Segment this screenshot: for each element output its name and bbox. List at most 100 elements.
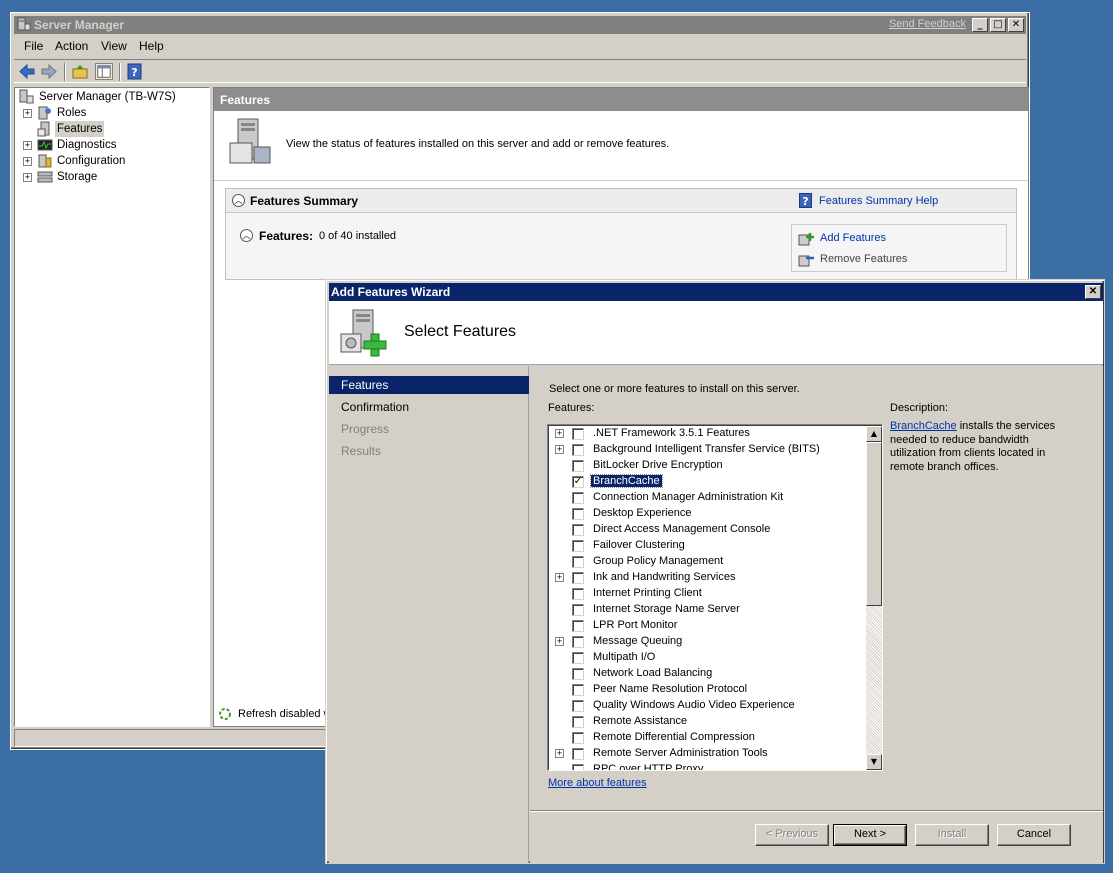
feature-checkbox[interactable] [572, 572, 584, 584]
toolbar-separator [64, 63, 66, 81]
expand-toggle[interactable]: + [23, 157, 32, 166]
add-features-link[interactable]: Add Features [820, 232, 886, 244]
server-manager-titlebar[interactable]: Server Manager Send Feedback _ □ ✕ [14, 16, 1026, 34]
scroll-thumb[interactable] [866, 442, 882, 606]
wizard-close-button[interactable]: ✕ [1085, 285, 1101, 299]
feature-checkbox[interactable]: ✓ [572, 476, 584, 488]
features-summary-help-link[interactable]: Features Summary Help [819, 195, 938, 207]
description-line: utilization from clients located in [890, 447, 1046, 459]
feature-row[interactable]: Internet Printing Client [548, 586, 866, 602]
feature-row[interactable]: Direct Access Management Console [548, 522, 866, 538]
feature-checkbox[interactable] [572, 748, 584, 760]
console-tree: Server Manager (TB-W7S) + Roles Features… [14, 87, 210, 727]
feature-row[interactable]: Desktop Experience [548, 506, 866, 522]
feature-label: .NET Framework 3.5.1 Features [593, 427, 750, 439]
wizard-nav-features[interactable]: Features [329, 376, 529, 394]
feature-row[interactable]: RPC over HTTP Proxy [548, 762, 866, 770]
remove-features-link[interactable]: Remove Features [820, 253, 907, 265]
storage-icon [37, 171, 53, 183]
feature-row[interactable]: Connection Manager Administration Kit [548, 490, 866, 506]
tree-label: Diagnostics [57, 139, 117, 151]
feature-row[interactable]: Group Policy Management [548, 554, 866, 570]
menu-help[interactable]: Help [139, 39, 164, 53]
feature-row[interactable]: Failover Clustering [548, 538, 866, 554]
feature-row[interactable]: + Background Intelligent Transfer Service… [548, 442, 866, 458]
maximize-button[interactable]: □ [990, 18, 1006, 32]
feature-checkbox[interactable] [572, 700, 584, 712]
feature-row[interactable]: + Remote Server Administration Tools [548, 746, 866, 762]
more-about-features-link[interactable]: More about features [548, 777, 646, 789]
up-folder-icon[interactable] [71, 63, 89, 80]
collapse-icon[interactable]: ︿ [232, 194, 245, 207]
feature-checkbox[interactable] [572, 444, 584, 456]
wizard-body: Select one or more features to install o… [530, 366, 1103, 863]
send-feedback-link[interactable]: Send Feedback [889, 18, 966, 30]
feature-checkbox[interactable] [572, 668, 584, 680]
feature-row[interactable]: Remote Differential Compression [548, 730, 866, 746]
expand-toggle[interactable]: + [23, 109, 32, 118]
feature-label: Failover Clustering [593, 539, 685, 551]
feature-row[interactable]: + Ink and Handwriting Services [548, 570, 866, 586]
install-button[interactable]: Install [915, 824, 989, 846]
feature-checkbox[interactable] [572, 556, 584, 568]
menu-view[interactable]: View [101, 39, 127, 53]
expand-toggle[interactable]: + [23, 173, 32, 182]
scroll-down-button[interactable]: ▼ [866, 754, 882, 770]
feature-checkbox[interactable] [572, 524, 584, 536]
forward-arrow-icon[interactable] [40, 63, 58, 80]
feature-row[interactable]: Remote Assistance [548, 714, 866, 730]
expand-toggle[interactable]: + [23, 141, 32, 150]
minimize-button[interactable]: _ [972, 18, 988, 32]
feature-checkbox[interactable] [572, 588, 584, 600]
close-button[interactable]: ✕ [1008, 18, 1024, 32]
feature-checkbox[interactable] [572, 508, 584, 520]
features-list-scrollbar[interactable]: ▲ ▼ [866, 426, 882, 770]
feature-checkbox[interactable] [572, 716, 584, 728]
features-list-label: Features: [548, 402, 595, 414]
tree-label: Server Manager (TB-W7S) [39, 91, 176, 103]
feature-checkbox[interactable] [572, 732, 584, 744]
help-icon[interactable]: ? [126, 63, 144, 80]
expand-toggle[interactable]: + [555, 637, 564, 646]
feature-row[interactable]: ✓ BranchCache [548, 474, 866, 490]
features-list[interactable]: + .NET Framework 3.5.1 Features + Backgroun… [547, 424, 883, 771]
feature-checkbox[interactable] [572, 460, 584, 472]
feature-row[interactable]: + .NET Framework 3.5.1 Features [548, 426, 866, 442]
feature-row[interactable]: Network Load Balancing [548, 666, 866, 682]
feature-checkbox[interactable] [572, 684, 584, 696]
wizard-titlebar[interactable]: Add Features Wizard ✕ [329, 283, 1103, 301]
cancel-button[interactable]: Cancel [997, 824, 1071, 846]
expand-toggle[interactable]: + [555, 573, 564, 582]
menu-action[interactable]: Action [55, 39, 88, 53]
previous-button[interactable]: < Previous [755, 824, 829, 846]
next-button[interactable]: Next > [833, 824, 907, 846]
description-branchcache-link[interactable]: BranchCache [890, 420, 957, 432]
scroll-up-button[interactable]: ▲ [866, 426, 882, 442]
wizard-nav-confirmation[interactable]: Confirmation [329, 398, 529, 416]
expand-toggle[interactable]: + [555, 749, 564, 758]
collapse-icon[interactable]: ︿ [240, 229, 253, 242]
feature-checkbox[interactable] [572, 620, 584, 632]
feature-checkbox[interactable] [572, 636, 584, 648]
feature-row[interactable]: Internet Storage Name Server [548, 602, 866, 618]
feature-checkbox[interactable] [572, 492, 584, 504]
back-arrow-icon[interactable] [18, 63, 36, 80]
show-hide-console-tree-icon[interactable] [95, 63, 113, 80]
features-intro-text: View the status of features installed on… [286, 138, 670, 150]
feature-label: Ink and Handwriting Services [593, 571, 736, 583]
feature-row[interactable]: + Message Queuing [548, 634, 866, 650]
feature-checkbox[interactable] [572, 604, 584, 616]
expand-toggle[interactable]: + [555, 445, 564, 454]
feature-checkbox[interactable] [572, 428, 584, 440]
feature-checkbox[interactable] [572, 764, 584, 770]
feature-checkbox[interactable] [572, 652, 584, 664]
feature-row[interactable]: LPR Port Monitor [548, 618, 866, 634]
feature-row[interactable]: Multipath I/O [548, 650, 866, 666]
feature-label: Peer Name Resolution Protocol [593, 683, 748, 695]
feature-row[interactable]: BitLocker Drive Encryption [548, 458, 866, 474]
feature-checkbox[interactable] [572, 540, 584, 552]
feature-row[interactable]: Peer Name Resolution Protocol [548, 682, 866, 698]
expand-toggle[interactable]: + [555, 429, 564, 438]
menu-file[interactable]: File [24, 39, 43, 53]
feature-row[interactable]: Quality Windows Audio Video Experience [548, 698, 866, 714]
